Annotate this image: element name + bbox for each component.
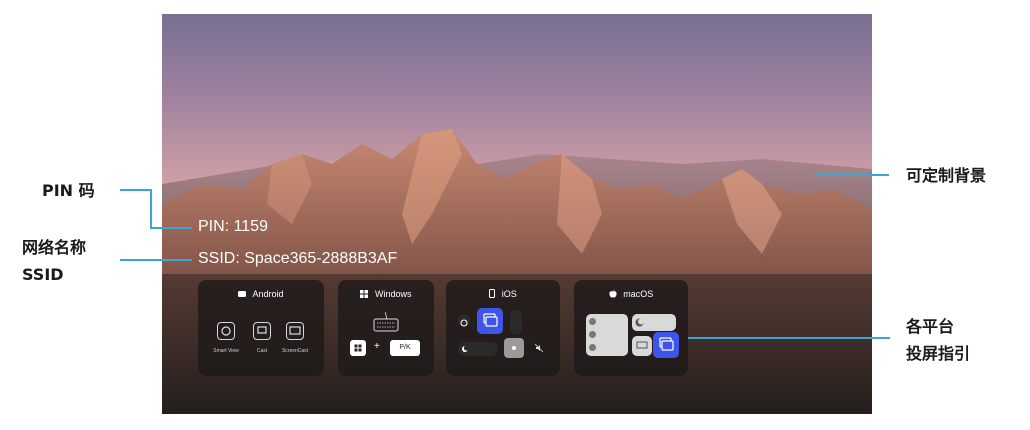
android-guide-title: Android xyxy=(252,289,284,299)
phone-icon xyxy=(489,289,496,298)
screen-mirroring-icon xyxy=(483,313,498,327)
pk-key: P/K xyxy=(390,340,420,356)
windows-guide-title: Windows xyxy=(375,289,412,299)
android-guide-card[interactable]: Android Smart View Cast ScreenCast xyxy=(198,280,324,376)
ios-guide-card[interactable]: iOS xyxy=(446,280,560,376)
rotation-lock-icon xyxy=(458,314,470,327)
moon-icon xyxy=(635,318,644,327)
sun-icon xyxy=(512,346,516,350)
keyboard-icon xyxy=(373,311,399,332)
background-callout-line xyxy=(815,174,889,176)
screencast-label: ScreenCast xyxy=(281,348,309,354)
control-center-panel xyxy=(586,314,628,356)
smart-view-label: Smart View xyxy=(213,348,239,354)
focus-panel xyxy=(632,314,676,331)
guide-callout-label-line1: 各平台 xyxy=(906,317,955,336)
apple-icon xyxy=(609,289,617,298)
bluetooth-icon xyxy=(589,331,596,338)
wifi-icon xyxy=(589,318,596,325)
windows-icon xyxy=(360,290,369,298)
windows-guide-card[interactable]: Windows + P/K xyxy=(338,280,434,376)
pin-callout-line xyxy=(120,189,152,191)
monitor-icon xyxy=(636,341,648,349)
windows-guide-header: Windows xyxy=(338,289,434,299)
mute-icon xyxy=(534,343,544,353)
screen-mirroring-icon xyxy=(659,337,674,351)
ssid-callout-label-line2: SSID xyxy=(22,265,64,284)
guide-callout-label-line2: 投屏指引 xyxy=(906,344,971,363)
android-icon xyxy=(238,291,247,297)
moon-icon xyxy=(462,345,469,352)
cast-icon xyxy=(253,322,271,340)
macos-guide-header: macOS xyxy=(574,289,688,299)
ios-guide-title: iOS xyxy=(501,289,517,299)
background-callout-label: 可定制背景 xyxy=(906,166,987,185)
pin-callout-line-vertical xyxy=(150,189,152,229)
display-panel xyxy=(632,336,652,356)
brightness-slider[interactable] xyxy=(510,310,522,334)
ssid-callout-line xyxy=(120,259,192,261)
screen-mirroring-button[interactable] xyxy=(477,308,503,334)
pin-callout-line-bottom xyxy=(150,227,192,229)
pin-callout-label: PIN 码 xyxy=(42,181,95,200)
pin-code-text: PIN: 1159 xyxy=(198,218,268,235)
guide-callout-line xyxy=(688,337,890,339)
windows-logo-icon xyxy=(354,344,362,352)
smart-view-icon xyxy=(217,322,235,340)
windows-key xyxy=(350,340,366,356)
airdrop-icon xyxy=(589,344,596,351)
ssid-callout-label-line1: 网络名称 xyxy=(22,238,87,257)
ssid-text: SSID: Space365-2888B3AF xyxy=(198,250,398,267)
screen-mirroring-button[interactable] xyxy=(653,332,679,358)
brightness-control[interactable] xyxy=(504,338,524,358)
macos-guide-card[interactable]: macOS xyxy=(574,280,688,376)
display-screen: PIN: 1159 SSID: Space365-2888B3AF Androi… xyxy=(162,14,872,414)
macos-guide-title: macOS xyxy=(623,289,654,299)
android-guide-header: Android xyxy=(198,289,324,299)
ios-guide-header: iOS xyxy=(446,289,560,299)
screencast-icon xyxy=(286,322,304,340)
key-plus: + xyxy=(374,341,380,352)
focus-mode-toggle[interactable] xyxy=(458,342,498,356)
